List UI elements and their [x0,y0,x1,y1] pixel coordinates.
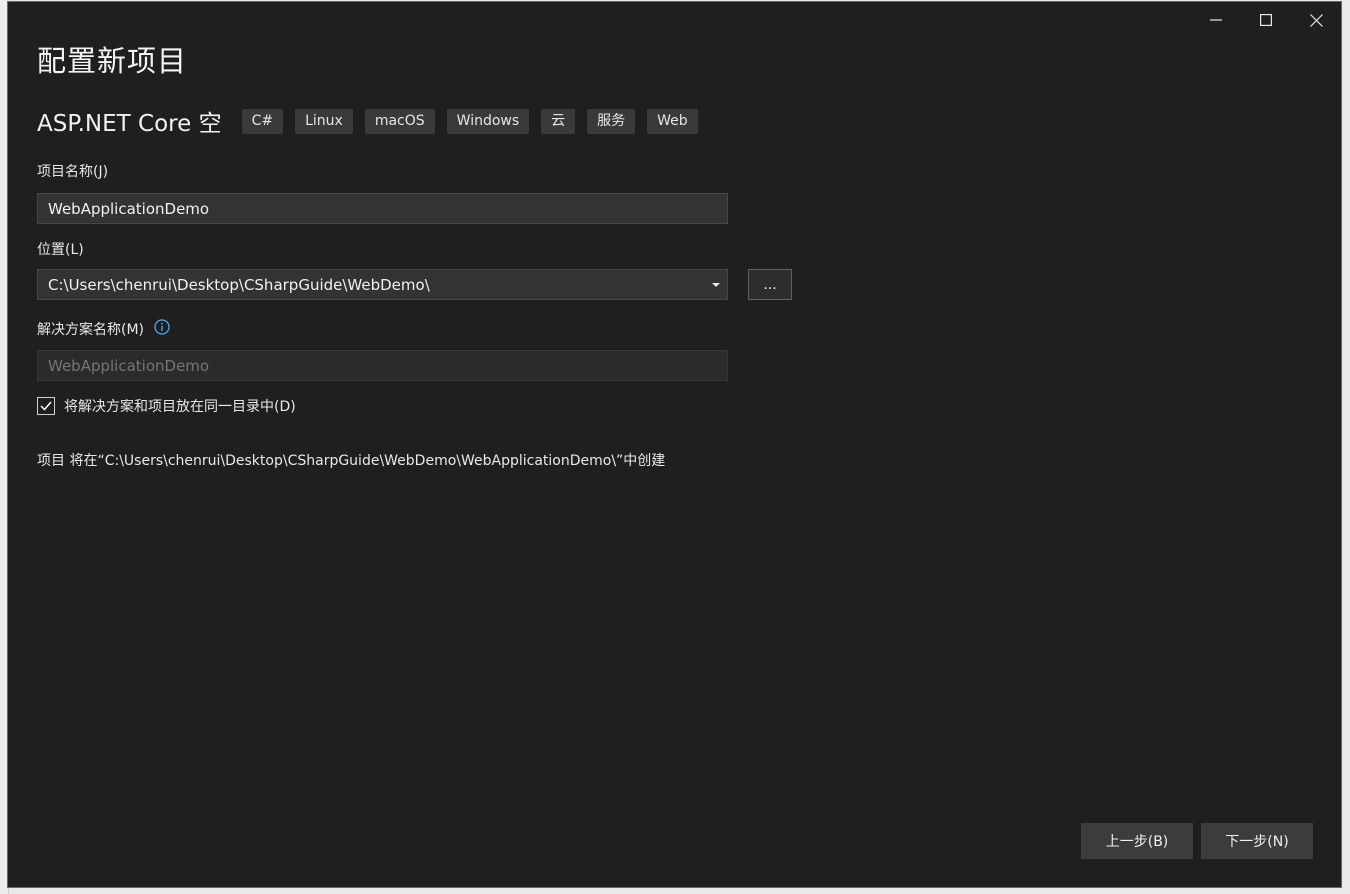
location-combobox[interactable]: C:\Users\chenrui\Desktop\CSharpGuide\Web… [37,269,728,300]
back-button[interactable]: 上一步(B) [1081,823,1193,859]
minimize-button[interactable] [1191,2,1241,38]
template-name: ASP.NET Core 空 [37,111,222,137]
project-name-label: 项目名称(J) [37,164,109,180]
browse-button[interactable]: ... [748,269,792,300]
same-directory-label: 将解决方案和项目放在同一目录中(D) [64,399,296,415]
maximize-icon [1260,14,1272,26]
tag-cloud: 云 [541,108,576,134]
solution-name-label: 解决方案名称(M) [37,322,145,338]
chevron-down-icon[interactable] [707,282,725,287]
tag-service: 服务 [587,108,636,134]
template-tags: C# Linux macOS Windows 云 服务 Web [241,108,698,134]
template-header: ASP.NET Core 空 C# Linux macOS Windows 云 … [37,106,698,137]
configure-project-dialog: 配置新项目 ASP.NET Core 空 C# Linux macOS Wind… [7,1,1342,888]
maximize-button[interactable] [1241,2,1291,38]
location-value: C:\Users\chenrui\Desktop\CSharpGuide\Web… [48,275,430,294]
checkmark-icon [40,401,52,411]
solution-name-label-row: 解决方案名称(M) [37,319,171,340]
project-name-input[interactable] [37,193,728,224]
close-button[interactable] [1291,2,1341,38]
minimize-icon [1210,19,1222,21]
same-directory-checkbox[interactable] [37,397,55,415]
solution-name-input [37,350,728,381]
page-title: 配置新项目 [37,44,188,78]
tag-windows: Windows [446,108,530,134]
info-icon[interactable] [154,319,171,339]
tag-macos: macOS [364,108,435,134]
window-controls [1191,2,1341,38]
tag-web: Web [647,108,698,134]
next-button[interactable]: 下一步(N) [1201,823,1313,859]
tag-linux: Linux [295,108,353,134]
location-label: 位置(L) [37,242,84,258]
tag-csharp: C# [241,108,284,134]
project-path-info: 项目 将在“C:\Users\chenrui\Desktop\CSharpGui… [37,453,666,469]
close-icon [1309,13,1323,27]
same-directory-option[interactable]: 将解决方案和项目放在同一目录中(D) [37,396,296,416]
